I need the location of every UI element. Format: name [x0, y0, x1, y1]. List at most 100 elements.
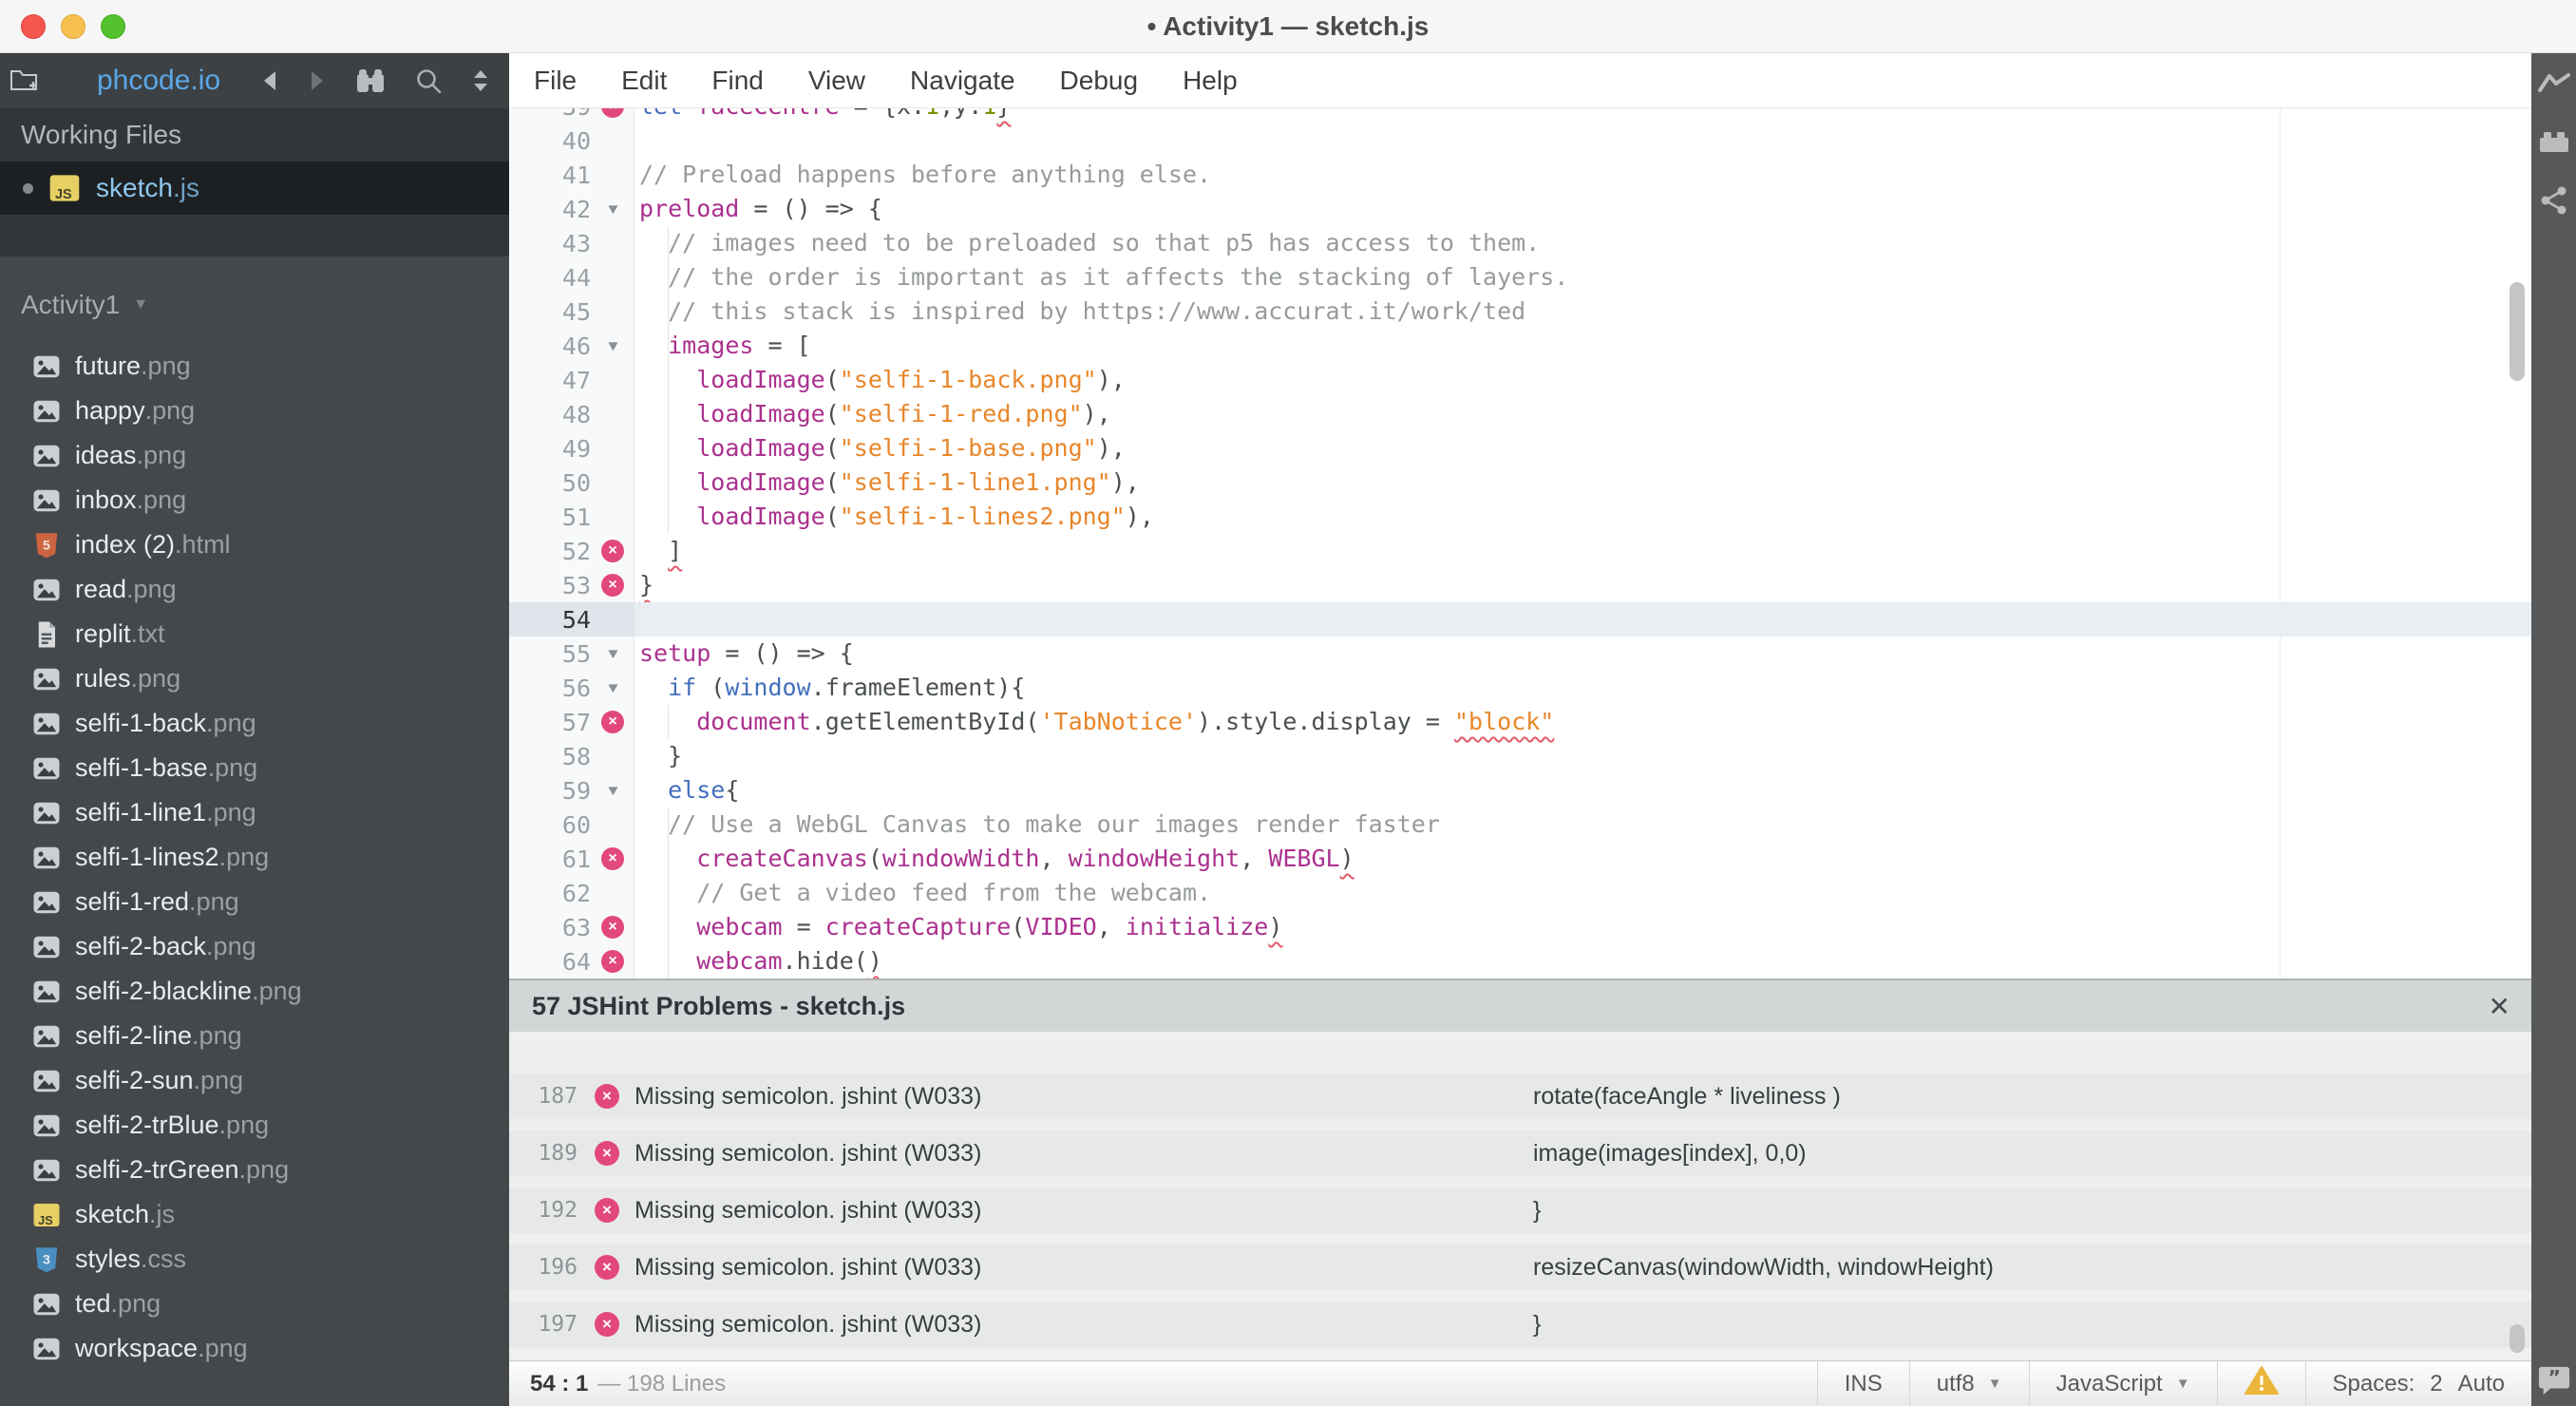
tree-item-workspace.png[interactable]: workspace.png: [0, 1326, 509, 1371]
tree-item-selfi-1-line1.png[interactable]: selfi-1-line1.png: [0, 790, 509, 835]
error-marker-icon[interactable]: ×: [601, 916, 624, 939]
tree-item-selfi-1-red.png[interactable]: selfi-1-red.png: [0, 880, 509, 924]
code-line-40[interactable]: 40: [509, 124, 2531, 158]
problem-row-line-197[interactable]: 197×Missing semicolon. jshint (W033)}: [509, 1302, 2531, 1347]
tree-item-happy.png[interactable]: happy.png: [0, 389, 509, 433]
code-line-55[interactable]: 55▼setup = () => {: [509, 636, 2531, 671]
code-line-51[interactable]: 51 loadImage("selfi-1-lines2.png"),: [509, 500, 2531, 534]
code-line-41[interactable]: 41// Preload happens before anything els…: [509, 158, 2531, 192]
code-line-43[interactable]: 43 // images need to be preloaded so tha…: [509, 226, 2531, 260]
menu-edit[interactable]: Edit: [621, 66, 667, 96]
lint-warning-indicator[interactable]: [2217, 1361, 2305, 1406]
tree-item-rules.png[interactable]: rules.png: [0, 656, 509, 701]
problem-row-line-187[interactable]: 187×Missing semicolon. jshint (W033)rota…: [509, 1074, 2531, 1119]
menu-help[interactable]: Help: [1183, 66, 1238, 96]
code-fold-icon[interactable]: ▼: [604, 646, 620, 662]
code-line-42[interactable]: 42▼preload = () => {: [509, 192, 2531, 226]
feedback-chat-icon[interactable]: ”: [2538, 1366, 2570, 1395]
menu-file[interactable]: File: [534, 66, 577, 96]
error-marker-icon[interactable]: ×: [601, 540, 624, 562]
indent-guide: [668, 705, 669, 739]
code-line-52[interactable]: 52× ]: [509, 534, 2531, 568]
tree-item-selfi-2-trBlue.png[interactable]: selfi-2-trBlue.png: [0, 1103, 509, 1148]
code-text: }: [635, 568, 2531, 602]
navigate-forward-icon[interactable]: [308, 69, 327, 92]
gutter-cell: 60: [509, 808, 635, 842]
problem-row-line-192[interactable]: 192×Missing semicolon. jshint (W033)}: [509, 1188, 2531, 1233]
tree-item-selfi-1-back.png[interactable]: selfi-1-back.png: [0, 701, 509, 746]
code-fold-icon[interactable]: ▼: [604, 338, 620, 354]
indentation-selector[interactable]: Spaces: 2 Auto: [2305, 1361, 2531, 1406]
problems-scrollbar-thumb[interactable]: [2510, 1324, 2525, 1353]
code-line-39[interactable]: 39×let faceCentre = {x:1,y:1}: [509, 108, 2531, 124]
problem-row-line-189[interactable]: 189×Missing semicolon. jshint (W033)imag…: [509, 1130, 2531, 1176]
code-line-60[interactable]: 60 // Use a WebGL Canvas to make our ima…: [509, 808, 2531, 842]
tree-item-selfi-2-back.png[interactable]: selfi-2-back.png: [0, 924, 509, 969]
code-fold-icon[interactable]: ▼: [604, 680, 620, 696]
tree-item-selfi-2-blackline.png[interactable]: selfi-2-blackline.png: [0, 969, 509, 1014]
search-icon[interactable]: [414, 66, 443, 95]
code-line-49[interactable]: 49 loadImage("selfi-1-base.png"),: [509, 431, 2531, 466]
code-line-63[interactable]: 63× webcam = createCapture(VIDEO, initia…: [509, 910, 2531, 944]
project-dropdown[interactable]: Activity1 ▼: [0, 256, 509, 327]
code-line-61[interactable]: 61× createCanvas(windowWidth, windowHeig…: [509, 842, 2531, 876]
code-line-58[interactable]: 58 }: [509, 739, 2531, 773]
phcode-brand[interactable]: phcode.io: [97, 65, 220, 97]
code-line-59[interactable]: 59▼ else{: [509, 773, 2531, 808]
error-marker-icon[interactable]: ×: [601, 711, 624, 733]
error-marker-icon[interactable]: ×: [601, 108, 624, 118]
live-preview-icon[interactable]: [2538, 68, 2570, 97]
sort-toggle-icon[interactable]: [471, 68, 490, 93]
tree-item-selfi-2-sun.png[interactable]: selfi-2-sun.png: [0, 1058, 509, 1103]
working-file-sketch.js[interactable]: JSsketch.js: [0, 162, 509, 215]
tree-item-styles.css[interactable]: 3styles.css: [0, 1237, 509, 1282]
menu-find[interactable]: Find: [711, 66, 763, 96]
close-panel-icon[interactable]: ✕: [2489, 980, 2510, 1032]
code-line-53[interactable]: 53×}: [509, 568, 2531, 602]
insert-mode-indicator[interactable]: INS: [1817, 1361, 1909, 1406]
code-fold-icon[interactable]: ▼: [604, 201, 620, 218]
editor-scrollbar-thumb[interactable]: [2510, 282, 2525, 381]
code-line-62[interactable]: 62 // Get a video feed from the webcam.: [509, 876, 2531, 910]
error-marker-icon[interactable]: ×: [601, 847, 624, 870]
tree-item-replit.txt[interactable]: replit.txt: [0, 612, 509, 656]
code-line-54[interactable]: 54: [509, 602, 2531, 636]
encoding-selector[interactable]: utf8 ▼: [1909, 1361, 2029, 1406]
code-line-48[interactable]: 48 loadImage("selfi-1-red.png"),: [509, 397, 2531, 431]
menu-debug[interactable]: Debug: [1060, 66, 1139, 96]
image-file-icon: [32, 754, 61, 783]
menu-navigate[interactable]: Navigate: [910, 66, 1015, 96]
code-line-56[interactable]: 56▼ if (window.frameElement){: [509, 671, 2531, 705]
tree-item-ideas.png[interactable]: ideas.png: [0, 433, 509, 478]
tree-item-sketch.js[interactable]: JSsketch.js: [0, 1192, 509, 1237]
error-marker-icon[interactable]: ×: [601, 950, 624, 973]
code-line-50[interactable]: 50 loadImage("selfi-1-line1.png"),: [509, 466, 2531, 500]
share-icon[interactable]: [2538, 186, 2570, 215]
tree-item-read.png[interactable]: read.png: [0, 567, 509, 612]
code-line-46[interactable]: 46▼ images = [: [509, 329, 2531, 363]
code-line-45[interactable]: 45 // this stack is inspired by https://…: [509, 294, 2531, 329]
tree-item-future.png[interactable]: future.png: [0, 344, 509, 389]
language-selector[interactable]: JavaScript ▼: [2029, 1361, 2217, 1406]
tree-item-selfi-1-lines2.png[interactable]: selfi-1-lines2.png: [0, 835, 509, 880]
tree-item-ted.png[interactable]: ted.png: [0, 1282, 509, 1326]
tree-item-inbox.png[interactable]: inbox.png: [0, 478, 509, 522]
code-line-44[interactable]: 44 // the order is important as it affec…: [509, 260, 2531, 294]
error-marker-icon[interactable]: ×: [601, 574, 624, 597]
code-text: // images need to be preloaded so that p…: [635, 226, 2531, 260]
code-fold-icon[interactable]: ▼: [604, 783, 620, 799]
tree-item-selfi-1-base.png[interactable]: selfi-1-base.png: [0, 746, 509, 790]
problem-row-line-196[interactable]: 196×Missing semicolon. jshint (W033)resi…: [509, 1244, 2531, 1290]
new-project-folder-icon[interactable]: [9, 68, 38, 93]
code-line-57[interactable]: 57× document.getElementById('TabNotice')…: [509, 705, 2531, 739]
navigate-back-icon[interactable]: [260, 69, 279, 92]
extension-manager-icon[interactable]: [2538, 127, 2570, 156]
code-line-64[interactable]: 64× webcam.hide(): [509, 944, 2531, 978]
find-in-files-icon[interactable]: [355, 68, 386, 93]
code-editor[interactable]: 39×let faceCentre = {x:1,y:1}4041// Prel…: [509, 108, 2531, 978]
tree-item-selfi-2-trGreen.png[interactable]: selfi-2-trGreen.png: [0, 1148, 509, 1192]
tree-item-selfi-2-line.png[interactable]: selfi-2-line.png: [0, 1014, 509, 1058]
tree-item-index (2).html[interactable]: 5index (2).html: [0, 522, 509, 567]
code-line-47[interactable]: 47 loadImage("selfi-1-back.png"),: [509, 363, 2531, 397]
menu-view[interactable]: View: [808, 66, 865, 96]
